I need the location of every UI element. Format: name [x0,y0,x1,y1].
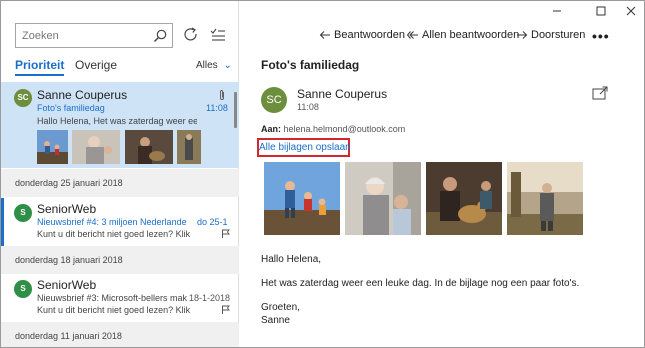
body-greeting: Hallo Helena, [261,254,322,265]
body-signature: Sanne [261,315,290,326]
mail-sender: SeniorWeb [37,278,97,292]
thumbnail-image [177,130,201,164]
date-group-header: donderdag 25 januari 2018 [1,169,239,197]
flag-icon[interactable] [221,305,230,314]
reply-arrow-icon [319,31,330,39]
attachment-photo[interactable] [507,162,583,235]
save-all-attachments-link[interactable]: Alle bijlagen opslaan [257,138,351,157]
recipient-line: Aan: helena.helmond@outlook.com [261,124,405,134]
mail-preview: Kunt u dit bericht niet goed lezen? Klik… [37,229,192,239]
date-group-header: donderdag 18 januari 2018 [1,246,239,274]
sender-avatar: SC [261,87,287,113]
message-title: Foto's familiedag [261,58,360,72]
mail-date: do 25-1 [197,217,228,227]
mail-subject: Nieuwsbrief #3: Microsoft-bellers maker [37,293,187,303]
mail-date: 11:08 [206,103,228,113]
mail-subject: Foto's familiedag [37,103,105,113]
flag-icon[interactable] [221,229,230,238]
search-box[interactable] [15,23,173,48]
unread-indicator [1,198,4,246]
mail-item-seniorweb-3[interactable]: S SeniorWeb Nieuwsbrief #3: Microsoft-be… [1,274,239,320]
thumbnail-image [37,130,68,164]
forward-button[interactable]: Doorsturen [516,29,585,41]
body-closing: Groeten, [261,302,300,313]
mail-preview: Hallo Helena, Het was zaterdag weer een … [37,116,197,126]
reply-all-label: Allen beantwoorden [422,29,520,41]
avatar: SC [14,89,32,107]
maximize-icon[interactable] [595,5,607,17]
search-input[interactable] [16,24,146,47]
avatar: S [14,204,32,222]
thumbnail-image [125,130,173,164]
mail-preview: Kunt u dit bericht niet goed lezen? Klik… [37,305,192,315]
filter-label: Alles [196,60,218,71]
message-time: 11:08 [297,102,319,112]
message-sender[interactable]: Sanne Couperus [297,87,387,101]
attachment-photo[interactable] [264,162,340,235]
body-line-1: Het was zaterdag weer een leuke dag. In … [261,278,580,289]
open-in-new-window-icon[interactable] [592,86,608,100]
mail-item-seniorweb-4[interactable]: S SeniorWeb Nieuwsbrief #4: 3 miljoen Ne… [1,198,239,246]
reply-button[interactable]: Beantwoorden [319,29,405,41]
date-group-header: donderdag 11 januari 2018 [1,322,239,347]
avatar: S [14,280,32,298]
close-icon[interactable] [625,5,637,17]
mail-sender: SeniorWeb [37,202,97,216]
mail-item-foto-familiedag[interactable]: SC Sanne Couperus Foto's familiedag 11:0… [1,82,239,168]
forward-label: Doorsturen [531,29,586,41]
chevron-down-icon: ⌄ [223,60,232,71]
tab-overige[interactable]: Overige [75,58,117,72]
forward-arrow-icon [517,31,528,39]
reading-pane: Beantwoorden Allen beantwoorden Doorstur… [239,1,644,347]
filter-dropdown[interactable]: Alles ⌄ [196,60,232,71]
to-label: Aan: [261,124,281,134]
reply-all-button[interactable]: Allen beantwoorden [407,29,519,41]
reply-label: Beantwoorden [334,29,405,41]
mail-date: 18-1-2018 [189,293,231,303]
mail-subject: Nieuwsbrief #4: 3 miljoen Nederlanders s… [37,217,187,227]
more-actions-button[interactable]: ••• [592,28,610,44]
scrollbar-thumb[interactable] [234,92,237,128]
selection-mode-icon[interactable] [209,26,227,44]
search-icon[interactable] [152,28,168,44]
mail-window: Prioriteit Overige Alles ⌄ SC Sanne Coup… [0,0,645,348]
paperclip-icon [220,90,224,100]
attachment-photo[interactable] [426,162,502,235]
mail-sender: Sanne Couperus [37,88,128,102]
thumbnail-image [72,130,120,164]
message-list-pane: Prioriteit Overige Alles ⌄ SC Sanne Coup… [1,1,239,347]
tab-prioriteit[interactable]: Prioriteit [15,58,65,76]
sync-icon[interactable] [182,26,200,44]
attachment-photo[interactable] [345,162,421,235]
reply-all-icon [407,31,418,39]
recipient-address[interactable]: helena.helmond@outlook.com [284,124,406,134]
minimize-icon[interactable] [551,5,563,17]
